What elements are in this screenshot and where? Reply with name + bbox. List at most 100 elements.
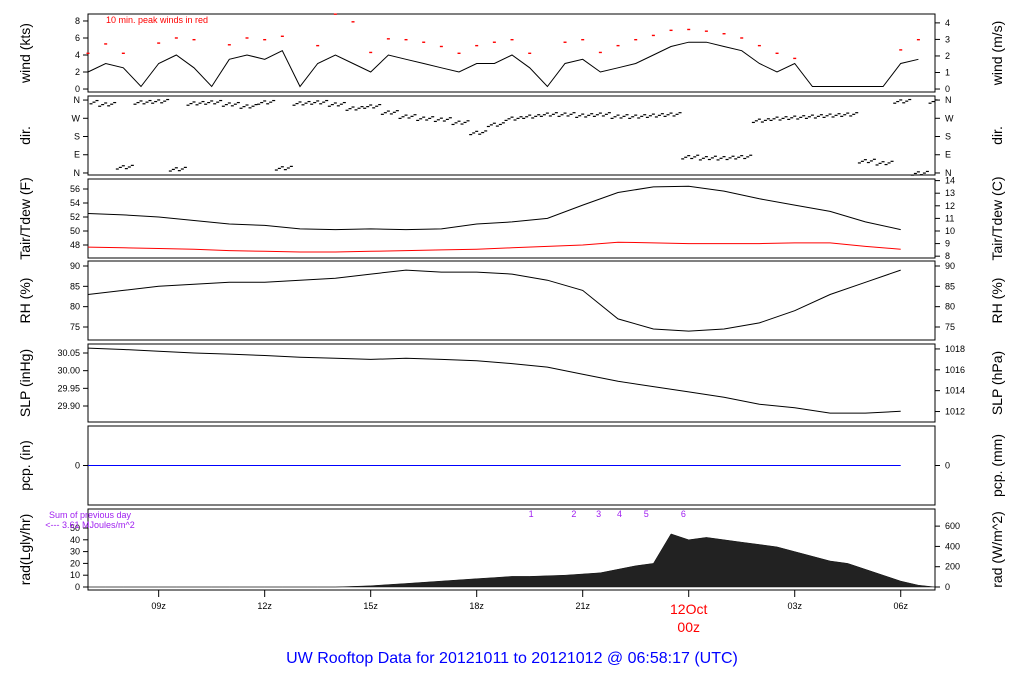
dir-point (802, 115, 806, 117)
wind-peak-mark (475, 44, 479, 47)
dir-point (648, 115, 652, 117)
dir-point (908, 98, 912, 101)
dir-point (504, 119, 508, 122)
rad-marker-1: 1 (529, 509, 534, 519)
slp-ytick-right-label: 1012 (945, 407, 965, 417)
dir-point (819, 114, 823, 116)
wind-peak-mark (121, 52, 125, 54)
dir-point (366, 106, 370, 108)
temp-ytick-right-label: 11 (945, 213, 954, 223)
dir-point (548, 115, 552, 117)
dir-point (766, 118, 770, 120)
dir-point (230, 105, 234, 107)
rh-ytick-label: 80 (70, 302, 80, 312)
dir-point (174, 167, 178, 169)
wind-peak-mark (669, 29, 673, 32)
wind-ytick-right-label: 3 (945, 34, 950, 44)
dir-point (704, 156, 708, 158)
slp-ylabel-right: SLP (hPa) (989, 351, 1005, 415)
pcp-ytick-right-label: 0 (945, 461, 950, 471)
wind-peak-mark (598, 51, 602, 54)
dir-point (436, 119, 440, 121)
dir-point (657, 114, 661, 116)
dir-ytick-right-label: W (945, 113, 954, 123)
dir-point (934, 99, 938, 101)
wind-peak-mark (740, 37, 744, 39)
dir-point (289, 165, 293, 167)
dir-point (749, 154, 753, 156)
dir-ytick-right-label: N (945, 95, 952, 105)
wind-peak-mark (227, 44, 231, 46)
rad-marker-3: 3 (596, 509, 601, 519)
dir-point (831, 116, 835, 118)
dir-point (266, 103, 270, 105)
dir-point (233, 103, 237, 105)
dir-point (283, 169, 287, 171)
panel-rh: 75 80 85 90 75 80 85 90 RH (%) RH (%) (17, 260, 1005, 341)
dir-point (784, 116, 788, 118)
dir-point (110, 103, 114, 105)
dir-point (693, 156, 697, 158)
dir-point (881, 161, 885, 163)
panel-wind: 0 2 4 6 8 0 1 2 3 4 wind (kts) wind (m/s) 10 min. pe… (17, 13, 1005, 94)
dir-point (525, 116, 529, 118)
dir-point (757, 118, 761, 120)
dir-point (213, 103, 217, 105)
dir-point (325, 99, 329, 102)
rad-ytick-label: 0 (75, 582, 80, 592)
dir-point (681, 158, 685, 160)
dir-point (189, 102, 193, 105)
temp-ytick-right-label: 8 (945, 251, 950, 261)
dir-point (160, 102, 164, 104)
dir-point (539, 115, 543, 117)
dir-point (254, 104, 258, 106)
dir-point (510, 116, 514, 118)
dir-point (905, 100, 909, 102)
rh-ylabel-right: RH (%) (989, 278, 1005, 324)
dir-point (336, 105, 340, 107)
wind-ytick-label: 8 (75, 16, 80, 26)
dir-point (616, 114, 620, 116)
dir-point (799, 116, 803, 118)
dir-point (460, 123, 464, 125)
rh-frame (87, 260, 936, 341)
rad-ytick-label: 40 (70, 535, 80, 545)
dir-point (484, 130, 488, 132)
dir-point (866, 161, 870, 164)
dir-point (804, 117, 808, 119)
dir-point (810, 114, 814, 116)
dir-point (298, 101, 302, 103)
dir-point (542, 114, 546, 116)
rad-annotation-line2: <--- 3.61 MJoules/m^2 (45, 520, 135, 530)
dir-point (884, 163, 888, 166)
dir-point (280, 166, 284, 168)
dir-point (186, 104, 190, 106)
dir-point (931, 100, 935, 103)
temp-ytick-label: 54 (70, 198, 80, 208)
dir-point (796, 118, 800, 120)
wind-ylabel: wind (kts) (17, 23, 33, 84)
dir-point (581, 113, 585, 115)
x-tick-label: 09z (151, 601, 166, 611)
rad-ytick-label: 20 (70, 558, 80, 568)
rad-ytick-right-label: 600 (945, 521, 960, 531)
dir-point (563, 112, 567, 114)
dir-point (743, 157, 747, 160)
date-label: 12Oct (670, 601, 707, 617)
panel-slp: 29.90 29.95 30.00 30.05 1012 1014 1016 1018 SLP … (17, 343, 1005, 423)
dir-point (816, 115, 820, 117)
dir-point (887, 162, 891, 164)
dir-point (198, 102, 202, 104)
rh-ytick-right-label: 85 (945, 281, 955, 291)
wind-peak-mark (793, 57, 797, 60)
dir-point (257, 103, 261, 105)
slp-frame (87, 343, 936, 423)
dir-point (863, 159, 867, 161)
rad-ytick-right-label: 0 (945, 582, 950, 592)
dir-point (610, 117, 614, 119)
slp-ytick-right-label: 1014 (945, 386, 965, 396)
dir-point (263, 100, 267, 102)
dir-ytick-label: N (74, 168, 81, 178)
dir-point (566, 115, 570, 117)
dir-ytick-right-label: E (945, 150, 951, 160)
